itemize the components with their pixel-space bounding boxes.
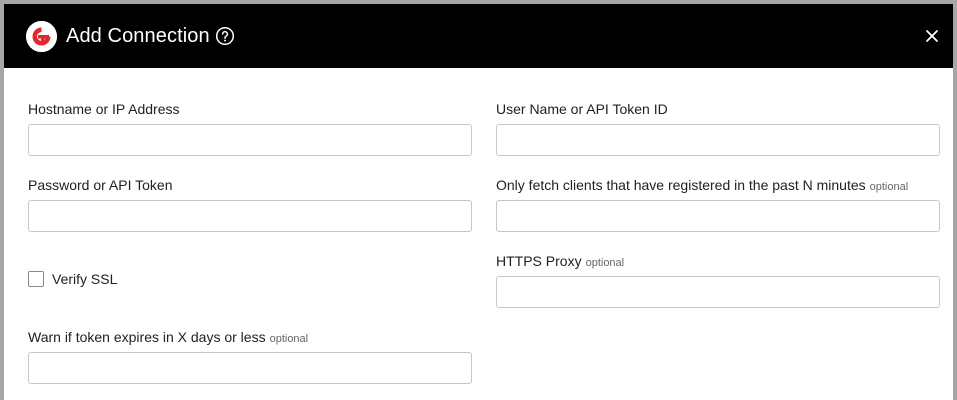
https-proxy-label: HTTPS Proxy optional [496, 253, 624, 271]
token-expiry-label: Warn if token expires in X days or less o… [28, 329, 308, 347]
close-icon[interactable] [924, 28, 940, 44]
token-expiry-optional-tag: optional [269, 333, 309, 345]
https-proxy-input[interactable] [496, 276, 940, 308]
token-expiry-input[interactable] [28, 352, 472, 384]
verify-ssl-checkbox[interactable] [28, 271, 44, 287]
fetch-minutes-input[interactable] [496, 200, 940, 232]
https-proxy-optional-tag: optional [585, 257, 625, 269]
fetch-minutes-optional-tag: optional [869, 181, 909, 193]
dialog-header: Add Connection [4, 4, 953, 68]
brand-logo-icon [26, 21, 57, 52]
username-label: User Name or API Token ID [496, 101, 668, 117]
password-input[interactable] [28, 200, 472, 232]
token-expiry-label-text: Warn if token expires in X days or less [28, 329, 266, 345]
hostname-input[interactable] [28, 124, 472, 156]
https-proxy-label-text: HTTPS Proxy [496, 253, 582, 269]
dialog-title: Add Connection [66, 25, 210, 47]
add-connection-dialog: Add Connection Hostname or IP Address Pa… [0, 0, 957, 400]
verify-ssl-label[interactable]: Verify SSL [52, 271, 117, 287]
help-circle-icon[interactable] [215, 26, 235, 46]
username-input[interactable] [496, 124, 940, 156]
fetch-minutes-label-text: Only fetch clients that have registered … [496, 177, 866, 193]
fetch-minutes-label: Only fetch clients that have registered … [496, 177, 908, 195]
hostname-label: Hostname or IP Address [28, 101, 180, 117]
password-label: Password or API Token [28, 177, 173, 193]
